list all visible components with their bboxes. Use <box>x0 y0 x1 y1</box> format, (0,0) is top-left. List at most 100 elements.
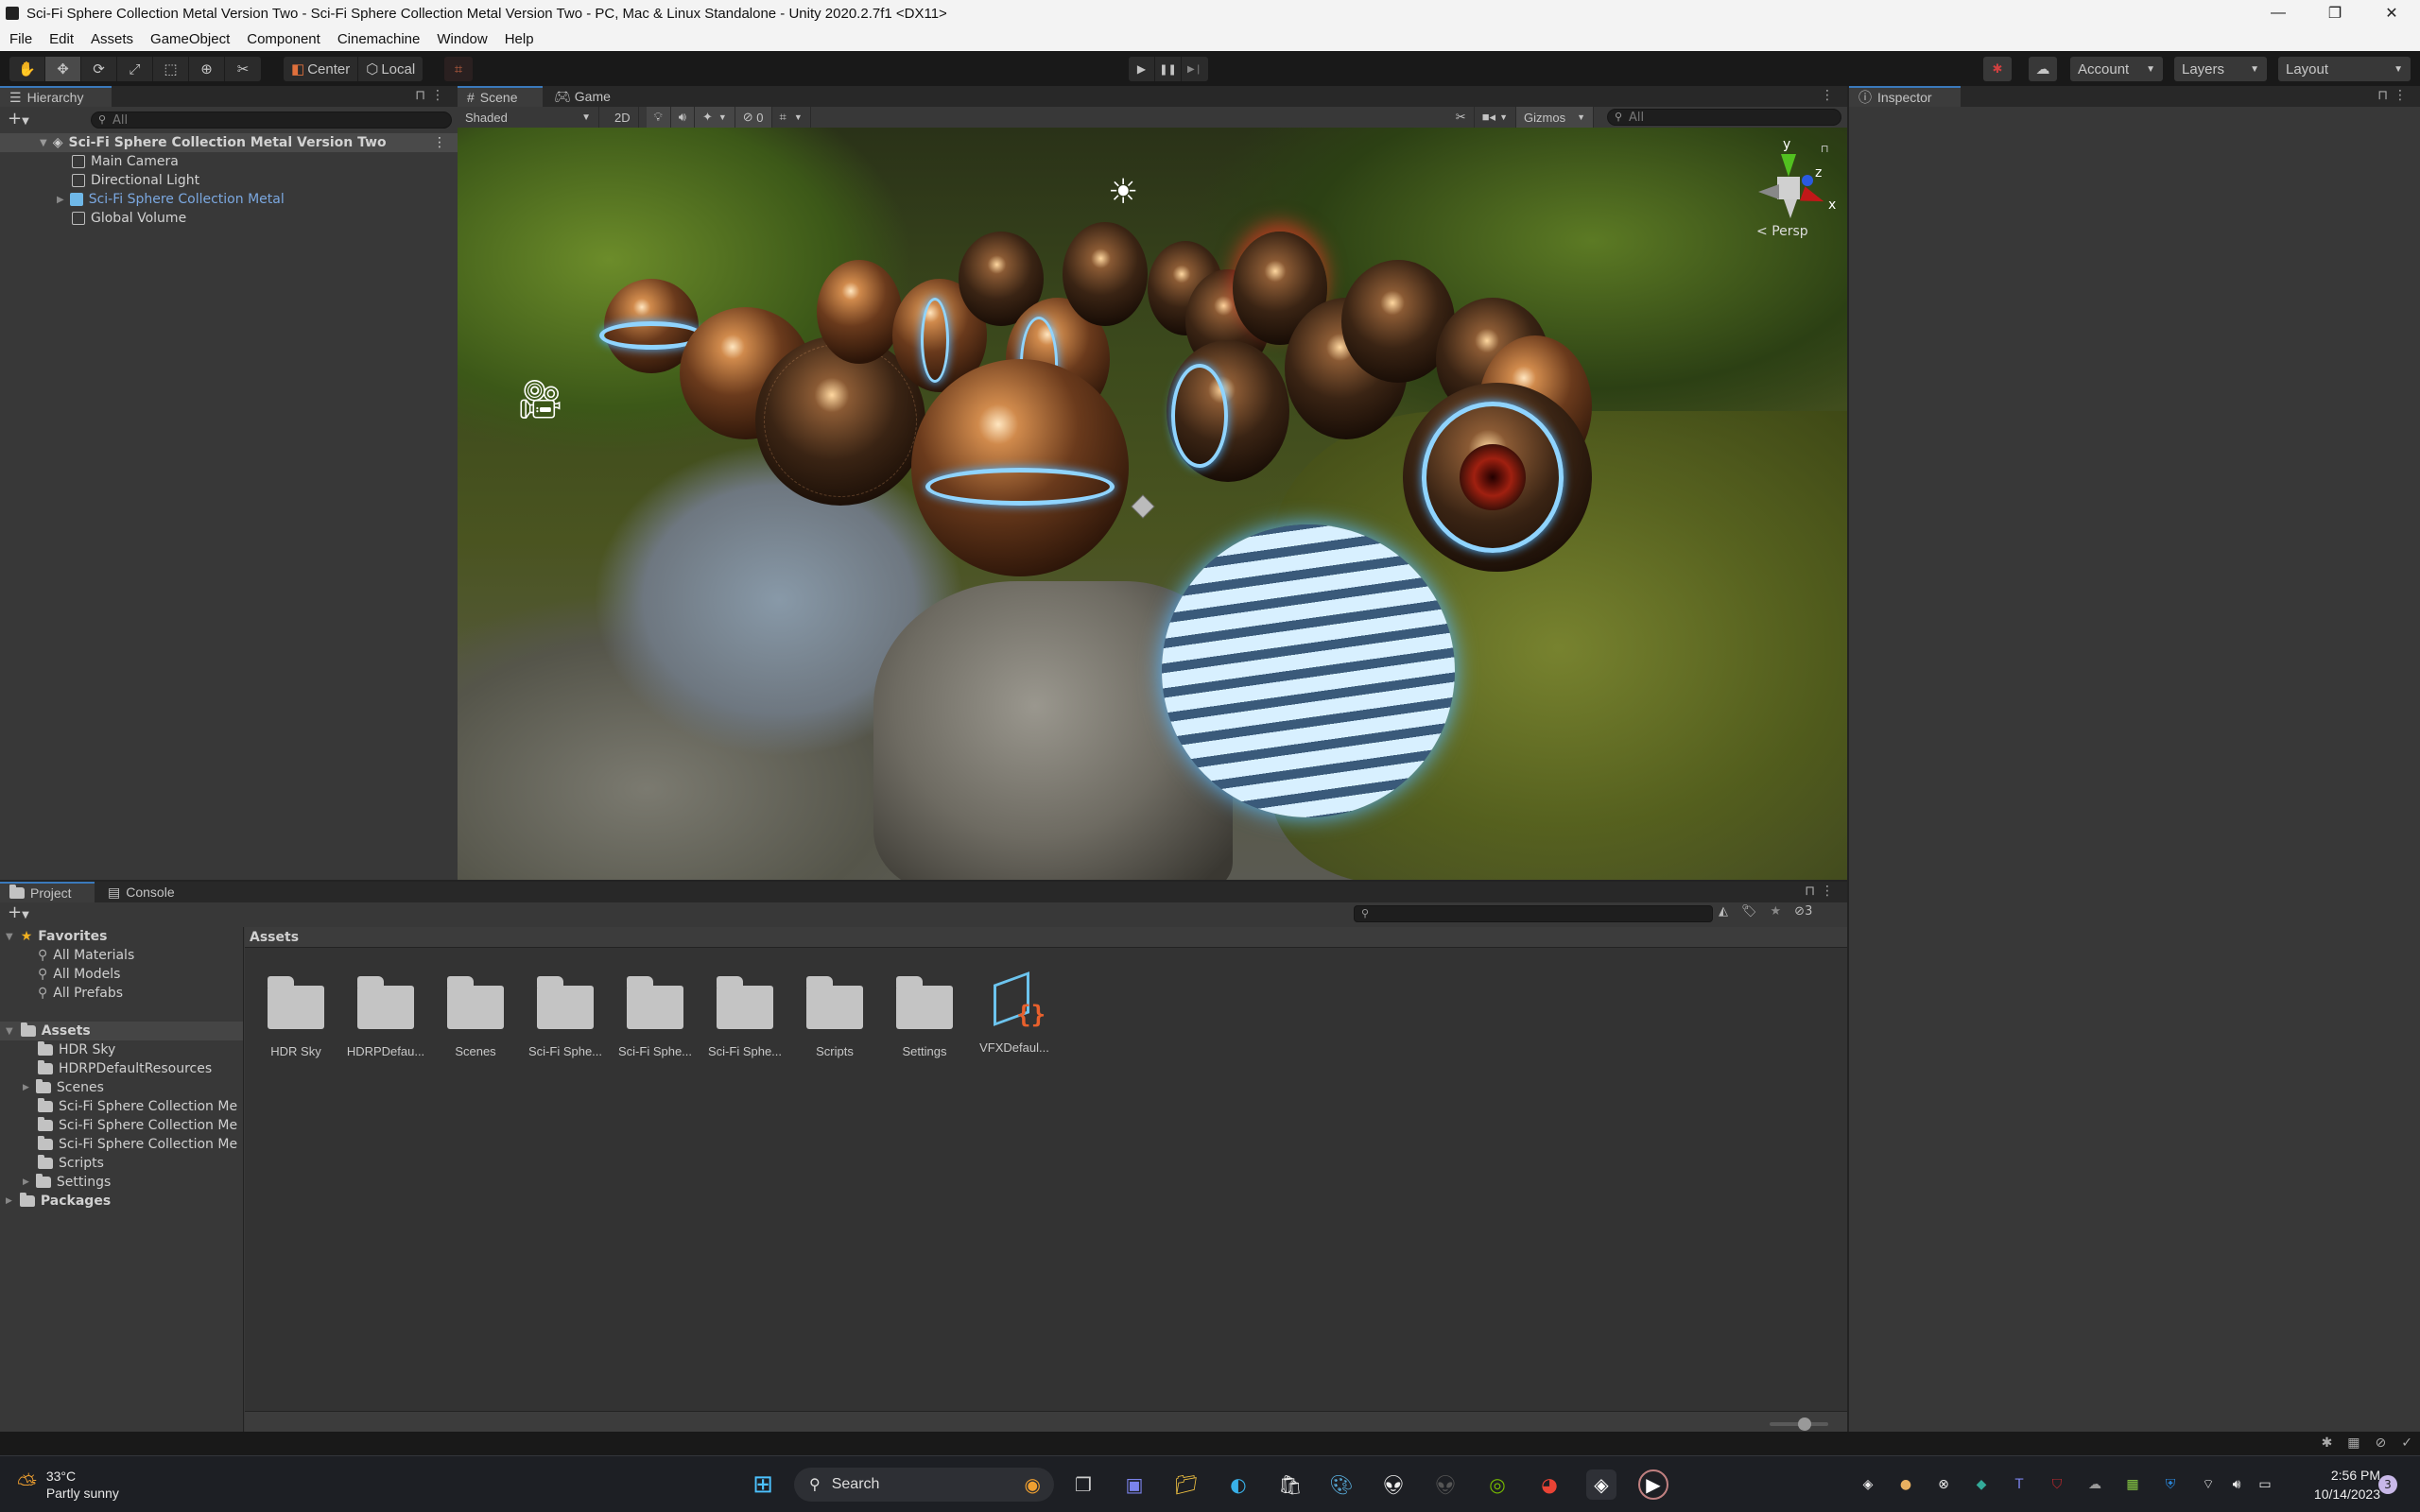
favorite-item[interactable]: ⚲ All Prefabs <box>0 984 243 1003</box>
favorite-item[interactable]: ⚲ All Materials <box>0 946 243 965</box>
audio-toggle-icon[interactable]: 🔊︎ <box>670 107 695 128</box>
more-options-icon[interactable]: ⋮ <box>1821 884 1840 899</box>
progress-complete-icon[interactable]: ✓ <box>2401 1435 2412 1451</box>
asset-vfx-tile[interactable]: {} VFXDefaul... <box>971 971 1058 1055</box>
unity-taskbar-icon[interactable]: ◈ <box>1586 1469 1616 1500</box>
asset-folder-tile[interactable]: Scenes <box>432 974 519 1058</box>
taskbar-search-box[interactable]: ⚲ Search ◉ <box>794 1468 1054 1502</box>
nvidia-icon[interactable]: ◎ <box>1482 1469 1512 1500</box>
orientation-gizmo[interactable]: y z x ⊓ < Persp <box>1749 137 1843 241</box>
slider-handle[interactable] <box>1798 1418 1811 1431</box>
rect-tool-icon[interactable]: ⬚ <box>153 57 189 81</box>
step-button[interactable]: ▶❘ <box>1182 57 1208 81</box>
asset-folder-tile[interactable]: Scripts <box>791 974 878 1058</box>
tab-project[interactable]: Project <box>0 882 95 902</box>
chrome-icon[interactable]: ◕ <box>1534 1469 1564 1500</box>
asset-folder-item[interactable]: ▶ Scenes <box>0 1078 243 1097</box>
tab-console[interactable]: ▤ Console <box>98 882 184 902</box>
scene-viewport[interactable]: ☀ 🎥︎ y z x ⊓ < Persp <box>458 128 1847 880</box>
xbox-icon[interactable]: ⊗ <box>1934 1475 1953 1494</box>
shading-mode-dropdown[interactable]: Shaded ▼ <box>458 107 599 128</box>
edge-browser-icon[interactable]: ◐ <box>1223 1469 1253 1500</box>
expand-arrow-icon[interactable]: ▼ <box>6 932 13 942</box>
account-dropdown[interactable]: Account ▼ <box>2070 57 2163 81</box>
asset-folder-item[interactable]: HDRPDefaultResources <box>0 1059 243 1078</box>
cache-server-icon[interactable]: ▦ <box>2347 1435 2360 1451</box>
lock-icon[interactable]: ⊓ <box>1821 143 1829 155</box>
auto-generate-lighting-icon[interactable]: ⊘ <box>2376 1435 2387 1451</box>
menu-help[interactable]: Help <box>505 31 534 47</box>
scale-tool-icon[interactable]: ⤢ <box>117 57 153 81</box>
alienware-icon[interactable]: 👽︎ <box>1378 1469 1409 1500</box>
file-explorer-icon[interactable]: 📁︎ <box>1171 1469 1201 1500</box>
asset-folder-item[interactable]: Scripts <box>0 1154 243 1173</box>
favorites-star-icon[interactable]: ★ <box>1771 904 1782 919</box>
asset-folder-tile[interactable]: HDRPDefau... <box>342 974 429 1058</box>
hierarchy-search-input[interactable]: ⚲ All <box>91 112 452 129</box>
favorites-header[interactable]: ▼ ★ Favorites <box>0 927 243 946</box>
effects-toggle-icon[interactable]: ✦ ▼ <box>694 107 735 128</box>
axis-z-cone-icon[interactable] <box>1802 175 1813 186</box>
assets-root-folder[interactable]: ▼ Assets <box>0 1022 243 1040</box>
lock-icon[interactable]: ⊓ <box>2377 88 2394 103</box>
microsoft-store-icon[interactable]: 🛍︎ <box>1275 1469 1305 1500</box>
axis-neg-x-cone-icon[interactable] <box>1758 184 1779 199</box>
pivot-local-button[interactable]: ⬡ Local <box>358 57 423 81</box>
2d-toggle[interactable]: 2D <box>607 107 639 128</box>
axis-center-cube-icon[interactable] <box>1777 177 1800 199</box>
alienware-dark-icon[interactable]: 👽︎ <box>1430 1469 1461 1500</box>
lock-icon[interactable]: ⊓ <box>415 88 431 103</box>
menu-edit[interactable]: Edit <box>49 31 74 47</box>
pause-button[interactable]: ❚❚ <box>1155 57 1182 81</box>
asset-folder-tile[interactable]: Settings <box>881 974 968 1058</box>
transform-tool-icon[interactable]: ⊕ <box>189 57 225 81</box>
scene-root-row[interactable]: ▼ ◈ Sci-Fi Sphere Collection Metal Versi… <box>0 133 458 152</box>
hidden-packages-toggle[interactable]: ⊘3 <box>1794 904 1812 919</box>
hand-tool-icon[interactable]: ✋ <box>9 57 45 81</box>
striped-glow-sphere[interactable] <box>1162 524 1455 817</box>
create-asset-button[interactable]: +▼ <box>8 902 29 922</box>
lock-icon[interactable]: ⊓ <box>1805 884 1821 899</box>
onedrive-offline-icon[interactable]: ☁ <box>2085 1475 2104 1494</box>
grid-snapping-button[interactable]: ⌗ ▼ <box>772 107 811 128</box>
tab-inspector[interactable]: ⓘ Inspector <box>1849 86 1961 107</box>
cloud-button[interactable]: ☁ <box>2029 57 2057 81</box>
packages-folder[interactable]: ▶ Packages <box>0 1192 243 1211</box>
layout-dropdown[interactable]: Layout ▼ <box>2278 57 2411 81</box>
menu-assets[interactable]: Assets <box>91 31 133 47</box>
scene-visibility-toggle[interactable]: ⊘ 0 <box>735 107 772 128</box>
asset-folder-tile[interactable]: HDR Sky <box>252 974 339 1058</box>
custom-tool-icon[interactable]: ✂ <box>225 57 261 81</box>
expand-arrow-icon[interactable]: ▶ <box>23 1083 29 1092</box>
asset-folder-item[interactable]: HDR Sky <box>0 1040 243 1059</box>
asset-folder-item[interactable]: Sci-Fi Sphere Collection Me <box>0 1116 243 1135</box>
more-options-icon[interactable]: ⋮ <box>431 88 450 103</box>
more-options-icon[interactable]: ⋮ <box>1821 88 1840 103</box>
tab-hierarchy[interactable]: ☰ Hierarchy <box>0 86 112 107</box>
scene-search-input[interactable]: ⚲ All <box>1607 109 1841 126</box>
defender-warning-icon[interactable]: ⛨ <box>2161 1475 2180 1494</box>
expand-arrow-icon[interactable]: ▶ <box>57 195 64 205</box>
tab-scene[interactable]: # Scene <box>458 86 543 107</box>
rotate-tool-icon[interactable]: ⟳ <box>81 57 117 81</box>
restore-button[interactable]: ❐ <box>2307 0 2363 26</box>
icon-size-slider[interactable] <box>1770 1418 1828 1431</box>
create-add-button[interactable]: +▼ <box>8 109 29 129</box>
pivot-center-button[interactable]: ◧ Center <box>284 57 359 81</box>
expand-arrow-icon[interactable]: ▶ <box>23 1177 29 1187</box>
minimize-button[interactable]: — <box>2250 0 2307 26</box>
teams-tray-icon[interactable]: T <box>2010 1475 2029 1494</box>
gizmos-dropdown[interactable]: Gizmos ▼ <box>1516 107 1594 128</box>
hierarchy-item[interactable]: Directional Light <box>0 171 458 190</box>
axis-x-cone-icon[interactable] <box>1799 186 1827 209</box>
expand-arrow-icon[interactable]: ▼ <box>6 1026 13 1037</box>
battery-icon[interactable]: ▭ <box>2256 1475 2274 1494</box>
wifi-icon[interactable]: ⌔ <box>2199 1475 2218 1494</box>
lighting-toggle-icon[interactable]: 💡︎ <box>646 107 671 128</box>
hierarchy-item[interactable]: Global Volume <box>0 209 458 228</box>
weather-widget[interactable]: ⛅︎ 33°C Partly sunny <box>17 1468 119 1502</box>
clock[interactable]: 2:56 PM 10/14/2023 <box>2288 1466 2380 1503</box>
expand-arrow-icon[interactable]: ▶ <box>6 1196 12 1206</box>
mcafee-icon[interactable]: ⛉ <box>2048 1475 2066 1494</box>
favorite-item[interactable]: ⚲ All Models <box>0 965 243 984</box>
